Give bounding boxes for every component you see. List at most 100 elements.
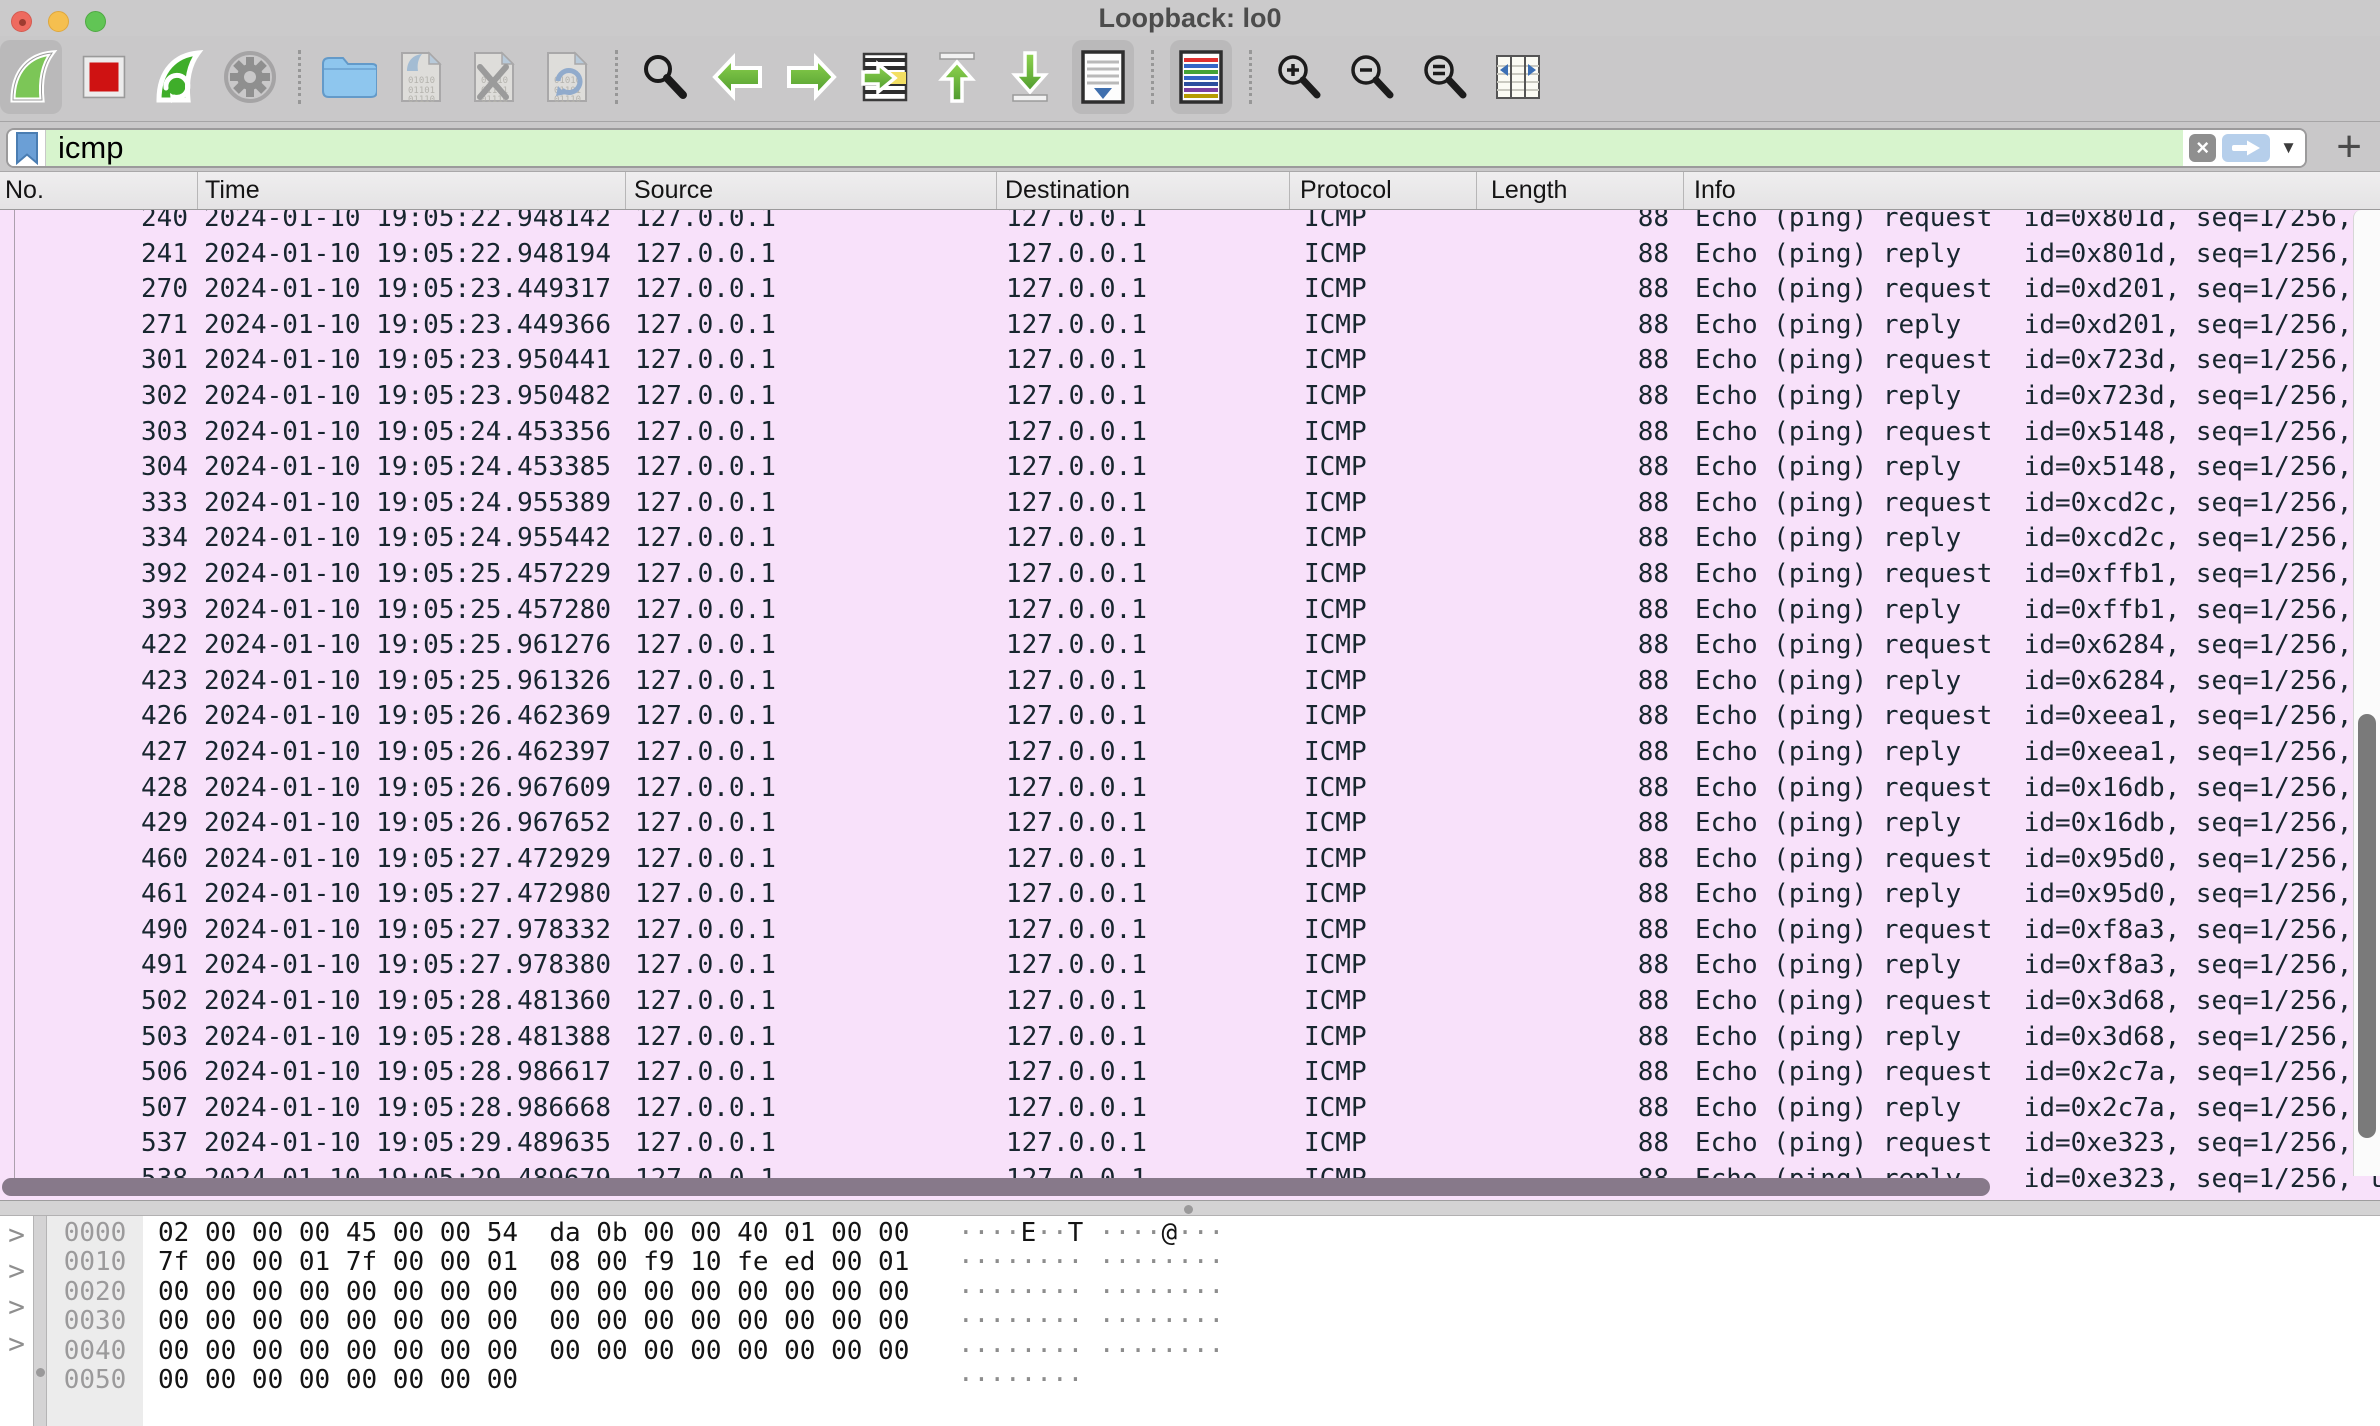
clear-filter-button[interactable]: ×	[2189, 134, 2216, 162]
hex-line[interactable]: 005000 00 00 00 00 00 00 00········	[47, 1366, 2380, 1395]
packet-row[interactable]: 4292024-01-10 19:05:26.967652127.0.0.112…	[0, 806, 2380, 842]
column-header-time[interactable]: Time	[197, 172, 625, 209]
packet-destination: 127.0.0.1	[996, 806, 1289, 842]
hex-line[interactable]: 003000 00 00 00 00 00 00 00 00 00 00 00 …	[47, 1307, 2380, 1336]
packet-row[interactable]: 3342024-01-10 19:05:24.955442127.0.0.112…	[0, 521, 2380, 557]
hex-line[interactable]: 004000 00 00 00 00 00 00 00 00 00 00 00 …	[47, 1337, 2380, 1366]
go-forward-button[interactable]	[780, 40, 842, 114]
packet-row[interactable]: 3022024-01-10 19:05:23.950482127.0.0.112…	[0, 379, 2380, 415]
zoom-in-button[interactable]	[1268, 40, 1330, 114]
capture-options-button[interactable]	[219, 40, 281, 114]
add-filter-button[interactable]: +	[2336, 122, 2362, 172]
packet-row[interactable]: 2702024-01-10 19:05:23.449317127.0.0.112…	[0, 272, 2380, 308]
packet-row[interactable]: 5032024-01-10 19:05:28.481388127.0.0.112…	[0, 1020, 2380, 1056]
packet-source: 127.0.0.1	[625, 210, 996, 237]
packet-row[interactable]: 4612024-01-10 19:05:27.472980127.0.0.112…	[0, 877, 2380, 913]
packet-row[interactable]: 3922024-01-10 19:05:25.457229127.0.0.112…	[0, 557, 2380, 593]
packet-row[interactable]: 2402024-01-10 19:05:22.948142127.0.0.112…	[0, 210, 2380, 237]
packet-row[interactable]: 5372024-01-10 19:05:29.489635127.0.0.112…	[0, 1126, 2380, 1162]
packet-time: 2024-01-10 19:05:23.950441	[197, 343, 625, 379]
packet-row[interactable]: 5022024-01-10 19:05:28.481360127.0.0.112…	[0, 984, 2380, 1020]
horizontal-scrollbar-thumb[interactable]	[2, 1178, 1990, 1196]
detail-tree-item[interactable]: >	[0, 1216, 33, 1252]
reload-file-icon: 010100110101110	[544, 49, 590, 105]
column-header-no[interactable]: No.	[0, 172, 197, 209]
packet-row[interactable]: 4282024-01-10 19:05:26.967609127.0.0.112…	[0, 771, 2380, 807]
column-header-source[interactable]: Source	[625, 172, 996, 209]
open-capture-file-button[interactable]	[317, 40, 379, 114]
vertical-scrollbar-track[interactable]	[2353, 210, 2380, 1176]
packet-protocol: ICMP	[1289, 486, 1476, 522]
detail-tree-item[interactable]: >	[0, 1289, 33, 1325]
packet-row[interactable]: 4262024-01-10 19:05:26.462369127.0.0.112…	[0, 699, 2380, 735]
packet-info: Echo (ping) reply id=0x723d, seq=1/256,	[1683, 379, 2380, 415]
column-header-info[interactable]: Info	[1683, 172, 2380, 209]
title-bar: Loopback: lo0	[0, 0, 2380, 36]
zoom-out-button[interactable]	[1341, 40, 1403, 114]
packet-no: 271	[0, 308, 197, 344]
svg-text:01110: 01110	[408, 95, 435, 105]
hex-line[interactable]: 000002 00 00 00 45 00 00 54 da 0b 00 00 …	[47, 1219, 2380, 1248]
packet-source: 127.0.0.1	[625, 1055, 996, 1091]
packet-row[interactable]: 3012024-01-10 19:05:23.950441127.0.0.112…	[0, 343, 2380, 379]
packet-row[interactable]: 4902024-01-10 19:05:27.978332127.0.0.112…	[0, 913, 2380, 949]
packet-destination: 127.0.0.1	[996, 593, 1289, 629]
packet-row[interactable]: 3032024-01-10 19:05:24.453356127.0.0.112…	[0, 415, 2380, 451]
packet-protocol: ICMP	[1289, 1126, 1476, 1162]
filter-history-dropdown[interactable]: ▼	[2280, 138, 2297, 158]
go-last-packet-button[interactable]	[999, 40, 1061, 114]
pane-splitter[interactable]	[0, 1200, 2380, 1216]
resize-columns-button[interactable]	[1487, 40, 1549, 114]
packet-row[interactable]: 4912024-01-10 19:05:27.978380127.0.0.112…	[0, 948, 2380, 984]
zoom-original-button[interactable]	[1414, 40, 1476, 114]
packet-row[interactable]: 2412024-01-10 19:05:22.948194127.0.0.112…	[0, 237, 2380, 273]
hex-line[interactable]: 002000 00 00 00 00 00 00 00 00 00 00 00 …	[47, 1278, 2380, 1307]
packet-protocol: ICMP	[1289, 699, 1476, 735]
packet-row[interactable]: 4272024-01-10 19:05:26.462397127.0.0.112…	[0, 735, 2380, 771]
packet-destination: 127.0.0.1	[996, 557, 1289, 593]
packet-info: Echo (ping) request id=0x95d0, seq=1/256…	[1683, 842, 2380, 878]
auto-scroll-live-button[interactable]	[1072, 40, 1134, 114]
start-capture-button[interactable]	[0, 40, 62, 114]
column-header-length[interactable]: Length	[1476, 172, 1683, 209]
packet-info: Echo (ping) request id=0xffb1, seq=1/256…	[1683, 557, 2380, 593]
find-packet-button[interactable]	[634, 40, 696, 114]
packet-info: Echo (ping) reply id=0x16db, seq=1/256,	[1683, 806, 2380, 842]
packet-source: 127.0.0.1	[625, 237, 996, 273]
packet-destination: 127.0.0.1	[996, 735, 1289, 771]
colorize-list-icon	[1175, 48, 1227, 106]
packet-no: 423	[0, 664, 197, 700]
packet-info: Echo (ping) reply id=0x6284, seq=1/256,	[1683, 664, 2380, 700]
folder-icon	[319, 53, 377, 101]
column-header-protocol[interactable]: Protocol	[1289, 172, 1476, 209]
packet-row[interactable]: 3042024-01-10 19:05:24.453385127.0.0.112…	[0, 450, 2380, 486]
packet-row[interactable]: 4232024-01-10 19:05:25.961326127.0.0.112…	[0, 664, 2380, 700]
packet-row[interactable]: 3332024-01-10 19:05:24.955389127.0.0.112…	[0, 486, 2380, 522]
packet-row[interactable]: 5072024-01-10 19:05:28.986668127.0.0.112…	[0, 1091, 2380, 1127]
filter-bookmark-button[interactable]	[8, 130, 46, 166]
packet-row[interactable]: 3932024-01-10 19:05:25.457280127.0.0.112…	[0, 593, 2380, 629]
colorize-packets-button[interactable]	[1170, 40, 1232, 114]
toolbar-separator	[298, 50, 301, 104]
hex-line[interactable]: 00107f 00 00 01 7f 00 00 01 08 00 f9 10 …	[47, 1248, 2380, 1277]
details-bytes-splitter[interactable]	[33, 1216, 47, 1426]
packet-row[interactable]: 4222024-01-10 19:05:25.961276127.0.0.112…	[0, 628, 2380, 664]
packet-protocol: ICMP	[1289, 308, 1476, 344]
go-back-button[interactable]	[707, 40, 769, 114]
packet-row[interactable]: 4602024-01-10 19:05:27.472929127.0.0.112…	[0, 842, 2380, 878]
vertical-scrollbar-thumb[interactable]	[2358, 714, 2376, 1138]
go-first-packet-button[interactable]	[926, 40, 988, 114]
packet-destination: 127.0.0.1	[996, 486, 1289, 522]
goto-packet-icon	[856, 49, 912, 105]
apply-filter-button[interactable]	[2222, 134, 2270, 162]
hex-bytes: 00 00 00 00 00 00 00 00 00 00 00 00 00 0…	[158, 1278, 909, 1307]
stop-capture-button[interactable]	[73, 40, 135, 114]
detail-tree-item[interactable]: >	[0, 1325, 33, 1361]
packet-row[interactable]: 2712024-01-10 19:05:23.449366127.0.0.112…	[0, 308, 2380, 344]
column-header-destination[interactable]: Destination	[996, 172, 1289, 209]
restart-capture-button[interactable]	[146, 40, 208, 114]
display-filter-input[interactable]: icmp	[46, 130, 2183, 166]
packet-row[interactable]: 5062024-01-10 19:05:28.986617127.0.0.112…	[0, 1055, 2380, 1091]
detail-tree-item[interactable]: >	[0, 1252, 33, 1288]
go-to-packet-button[interactable]	[853, 40, 915, 114]
